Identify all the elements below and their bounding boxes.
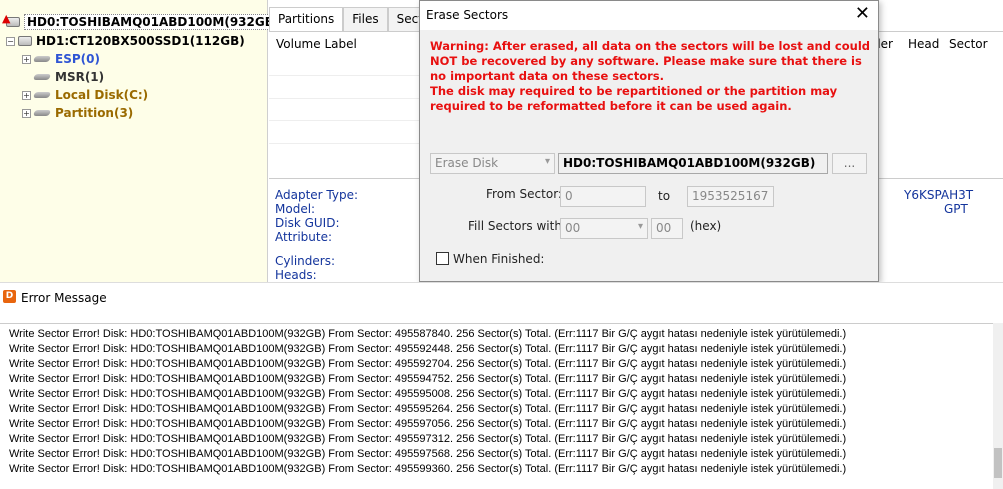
tree-item-label: HD0:TOSHIBAMQ01ABD100M(932GB) bbox=[24, 14, 283, 30]
error-log-line[interactable]: Write Sector Error! Disk: HD0:TOSHIBAMQ0… bbox=[0, 357, 993, 372]
error-log-line[interactable]: Write Sector Error! Disk: HD0:TOSHIBAMQ0… bbox=[0, 432, 993, 447]
partition-icon bbox=[32, 110, 52, 116]
target-disk-field[interactable]: HD0:TOSHIBAMQ01ABD100M(932GB) bbox=[558, 153, 828, 174]
hard-disk-icon bbox=[18, 36, 32, 46]
warning-text: Warning: After erased, all data on the s… bbox=[430, 39, 870, 114]
warning-paragraph: Warning: After erased, all data on the s… bbox=[430, 39, 871, 83]
tab-partitions[interactable]: Partitions bbox=[269, 7, 344, 31]
chevron-down-icon: ▾ bbox=[637, 221, 643, 232]
info-label-disk-guid: Disk GUID: bbox=[275, 216, 340, 230]
error-log-line[interactable]: Write Sector Error! Disk: HD0:TOSHIBAMQ0… bbox=[0, 402, 993, 417]
partition-icon bbox=[32, 92, 52, 98]
when-finished-checkbox[interactable] bbox=[436, 252, 449, 265]
grid-line bbox=[269, 98, 419, 99]
error-log-line[interactable]: Write Sector Error! Disk: HD0:TOSHIBAMQ0… bbox=[0, 462, 993, 477]
info-label-adapter-type: Adapter Type: bbox=[275, 188, 359, 202]
hard-disk-icon: ▲ bbox=[2, 12, 20, 27]
from-sector-label: From Sector: bbox=[486, 187, 562, 201]
to-sector-input[interactable]: 1953525167 bbox=[687, 186, 774, 207]
tab-files[interactable]: Files bbox=[343, 7, 388, 31]
browse-button[interactable]: ... bbox=[832, 153, 867, 174]
target-type-select[interactable]: Erase Disk ▾ bbox=[430, 153, 555, 174]
app-logo-icon: D bbox=[3, 290, 16, 303]
vertical-scrollbar[interactable] bbox=[993, 323, 1003, 489]
collapse-icon[interactable]: − bbox=[6, 36, 15, 46]
dialog-title: Erase Sectors bbox=[426, 8, 509, 22]
tree-item-label: ESP(0) bbox=[55, 52, 100, 66]
close-icon[interactable]: ✕ bbox=[855, 5, 870, 23]
info-label-heads: Heads: bbox=[275, 268, 317, 282]
tree-item-label: Partition(3) bbox=[55, 106, 134, 120]
error-log-line[interactable]: Write Sector Error! Disk: HD0:TOSHIBAMQ0… bbox=[0, 387, 993, 402]
from-sector-input[interactable]: 0 bbox=[560, 186, 646, 207]
tree-item-disk0[interactable]: ▲ HD0:TOSHIBAMQ01ABD100M(932GB) bbox=[2, 12, 283, 31]
app-window: ▲ HD0:TOSHIBAMQ01ABD100M(932GB) − HD1:CT… bbox=[0, 0, 1003, 489]
error-window-title: Error Message bbox=[21, 291, 107, 305]
column-header-head[interactable]: Head bbox=[908, 37, 939, 51]
error-log-line[interactable]: Write Sector Error! Disk: HD0:TOSHIBAMQ0… bbox=[0, 342, 993, 357]
column-header-sector[interactable]: Sector bbox=[949, 37, 988, 51]
warning-paragraph: The disk may required to be repartitione… bbox=[430, 84, 838, 113]
warning-icon: ▲ bbox=[2, 12, 11, 25]
dialog-title-bar[interactable]: Erase Sectors ✕ bbox=[420, 1, 878, 30]
error-log-line[interactable]: Write Sector Error! Disk: HD0:TOSHIBAMQ0… bbox=[0, 372, 993, 387]
expand-icon[interactable]: + bbox=[22, 54, 31, 64]
expand-icon[interactable]: + bbox=[22, 108, 31, 118]
info-value-partition-style: GPT bbox=[944, 202, 968, 216]
scrollbar-thumb[interactable] bbox=[994, 448, 1002, 478]
partition-icon bbox=[32, 74, 52, 80]
grid-line bbox=[269, 75, 419, 76]
info-value-guid: Y6KSPAH3T bbox=[904, 188, 974, 202]
error-log-line[interactable]: Write Sector Error! Disk: HD0:TOSHIBAMQ0… bbox=[0, 447, 993, 462]
expand-icon[interactable]: + bbox=[22, 90, 31, 100]
fill-pattern-value: 00 bbox=[565, 221, 581, 235]
chevron-down-icon: ▾ bbox=[544, 156, 550, 167]
info-label-cylinders: Cylinders: bbox=[275, 254, 335, 268]
target-type-value: Erase Disk bbox=[435, 156, 499, 170]
when-finished-label: When Finished: bbox=[453, 252, 545, 266]
error-message-window: D Error Message Write Sector Error! Disk… bbox=[0, 282, 1003, 489]
tree-item-label: HD1:CT120BX500SSD1(112GB) bbox=[36, 34, 245, 48]
info-label-attribute: Attribute: bbox=[275, 230, 333, 244]
error-log-line[interactable]: Write Sector Error! Disk: HD0:TOSHIBAMQ0… bbox=[0, 417, 993, 432]
grid-line bbox=[269, 143, 419, 144]
hex-label: (hex) bbox=[690, 219, 722, 233]
tree-item-label: Local Disk(C:) bbox=[55, 88, 149, 102]
to-label: to bbox=[658, 189, 671, 203]
tree-item-partition[interactable]: + ESP(0) bbox=[22, 50, 100, 68]
grid-line bbox=[269, 120, 419, 121]
error-window-title-bar[interactable]: D Error Message bbox=[0, 283, 1003, 313]
fill-pattern-select[interactable]: 00 ▾ bbox=[560, 218, 648, 239]
tree-item-disk1[interactable]: − HD1:CT120BX500SSD1(112GB) bbox=[6, 32, 245, 50]
column-header-volume-label[interactable]: Volume Label bbox=[276, 37, 357, 51]
fill-hex-input[interactable]: 00 bbox=[651, 218, 683, 239]
fill-sectors-label: Fill Sectors with: bbox=[468, 219, 566, 233]
disk-tree: ▲ HD0:TOSHIBAMQ01ABD100M(932GB) − HD1:CT… bbox=[0, 0, 283, 282]
erase-sectors-dialog: Erase Sectors ✕ Warning: After erased, a… bbox=[419, 0, 879, 282]
error-log-list[interactable]: Write Sector Error! Disk: HD0:TOSHIBAMQ0… bbox=[0, 323, 993, 489]
info-label-model: Model: bbox=[275, 202, 316, 216]
tree-item-label: MSR(1) bbox=[55, 70, 105, 84]
tree-item-partition[interactable]: + Partition(3) bbox=[22, 104, 133, 122]
error-log-line[interactable]: Write Sector Error! Disk: HD0:TOSHIBAMQ0… bbox=[0, 327, 993, 342]
tree-item-partition[interactable]: + Local Disk(C:) bbox=[22, 86, 148, 104]
tree-item-partition[interactable]: MSR(1) bbox=[22, 68, 104, 86]
partition-icon bbox=[32, 56, 52, 62]
